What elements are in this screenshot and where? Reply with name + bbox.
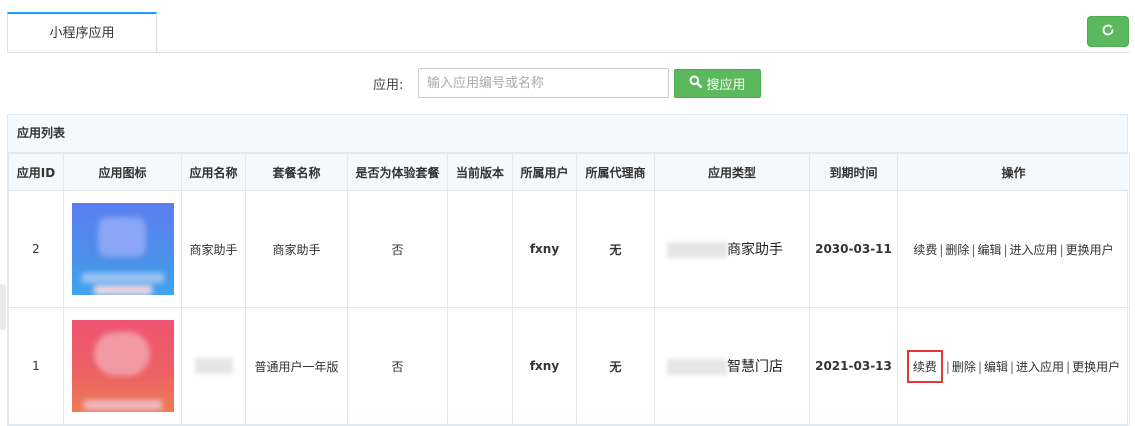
search-app-button[interactable]: 搜应用 [674,69,761,98]
column-header: 是否为体验套餐 [347,153,448,191]
renew-link[interactable]: 续费 [913,243,937,257]
column-header: 当前版本 [447,153,513,191]
column-header: 应用类型 [654,153,810,191]
table-header-row: 应用ID 应用图标 应用名称 套餐名称 是否为体验套餐 当前版本 所属用户 所属… [8,153,1130,191]
trial-flag: 否 [347,307,448,425]
column-header: 应用图标 [63,153,182,191]
column-header: 所属用户 [512,153,577,191]
app-name: 商家助手 [181,190,246,308]
enter-app-link[interactable]: 进入应用 [1016,360,1064,374]
plan-name: 商家助手 [245,190,348,308]
app-table: 应用ID 应用图标 应用名称 套餐名称 是否为体验套餐 当前版本 所属用户 所属… [8,153,1130,425]
tab-bar: 小程序应用 [7,12,1129,53]
app-icon-image [71,203,174,295]
app-id: 1 [8,307,64,425]
current-version [447,307,513,425]
search-label: 应用: [373,78,404,93]
app-list-title: 应用列表 [8,115,1127,153]
redacted-text [667,242,727,258]
delete-link[interactable]: 删除 [945,243,969,257]
change-user-link[interactable]: 更换用户 [1072,360,1120,374]
change-user-link[interactable]: 更换用户 [1066,243,1114,257]
refresh-button[interactable] [1087,16,1129,47]
app-type: 商家助手 [727,242,783,258]
column-header: 操作 [897,153,1130,191]
column-header: 套餐名称 [245,153,348,191]
app-icon-image [71,320,174,412]
agent: 无 [576,190,655,308]
search-input[interactable] [418,68,669,98]
actions-cell: 续费 | 删除 | 编辑 | 进入应用 | 更换用户 [897,307,1130,425]
enter-app-link[interactable]: 进入应用 [1010,243,1058,257]
column-header: 所属代理商 [576,153,655,191]
edit-link[interactable]: 编辑 [977,243,1001,257]
redacted-text [667,359,727,375]
app-type: 智慧门店 [727,359,783,375]
column-header: 应用名称 [181,153,246,191]
actions-cell: 续费 | 删除 | 编辑 | 进入应用 | 更换用户 [897,190,1130,308]
column-header: 应用ID [8,153,64,191]
refresh-icon [1101,23,1115,40]
app-name [181,307,246,425]
redacted-text [194,358,233,374]
agent: 无 [576,307,655,425]
table-row: 1 普通用户一年版 否 fxny 无 智慧门店 2021-03-13 续费 | … [8,307,1130,425]
tab-mini-program-apps[interactable]: 小程序应用 [7,12,157,52]
owner-user: fxny [512,307,577,425]
column-header: 到期时间 [809,153,898,191]
current-version [447,190,513,308]
edit-link[interactable]: 编辑 [984,360,1008,374]
renew-link[interactable]: 续费 [906,349,943,383]
delete-link[interactable]: 删除 [952,360,976,374]
expire-date: 2030-03-11 [809,190,898,308]
search-icon [689,75,703,92]
app-id: 2 [8,190,64,308]
app-type-cell: 智慧门店 [654,307,810,425]
app-icon-cell [63,307,182,425]
expire-date: 2021-03-13 [809,307,898,425]
owner-user: fxny [512,190,577,308]
app-type-cell: 商家助手 [654,190,810,308]
trial-flag: 否 [347,190,448,308]
side-edge-handle[interactable] [0,284,6,330]
search-button-label: 搜应用 [706,78,746,93]
plan-name: 普通用户一年版 [245,307,348,425]
app-icon-cell [63,190,182,308]
app-list-panel: 应用列表 应用ID 应用图标 应用名称 套餐名称 是否为体验套餐 当前版本 所属… [7,114,1130,426]
table-row: 2 商家助手 商家助手 否 fxny 无 商家助手 2030-03-11 续费 … [8,190,1130,308]
